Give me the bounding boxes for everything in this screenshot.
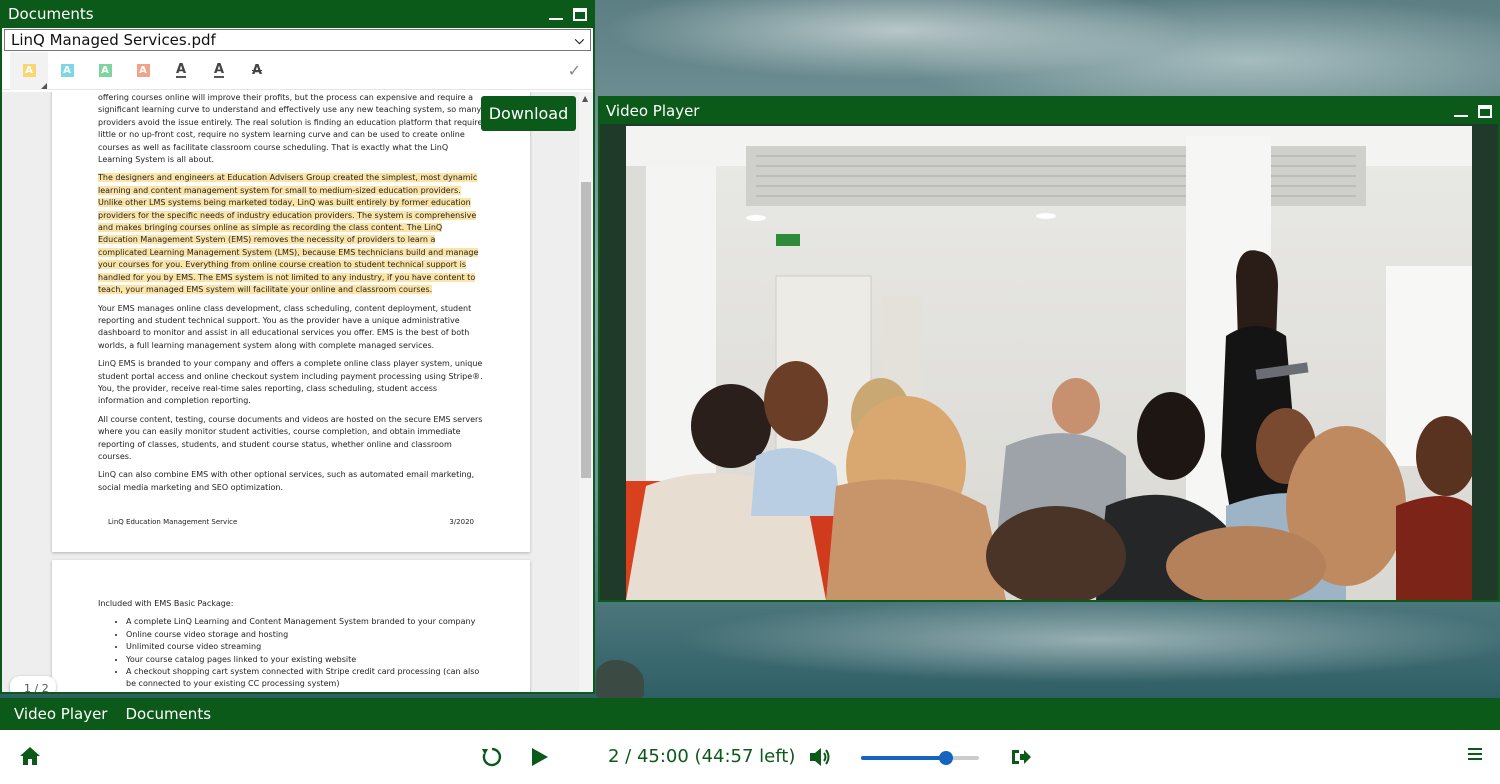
- video-player-window: Video Player: [598, 96, 1500, 602]
- list-item: Online course video storage and hosting: [126, 629, 484, 641]
- chevron-down-icon: ⌵: [574, 32, 584, 47]
- underline-tool[interactable]: A: [162, 52, 200, 90]
- file-select[interactable]: LinQ Managed Services.pdf ⌵: [4, 29, 591, 51]
- highlight-green-icon: A: [98, 64, 112, 77]
- scroll-thumb[interactable]: [581, 182, 591, 478]
- maximize-icon[interactable]: [573, 7, 587, 21]
- highlight-yellow-tool[interactable]: A: [10, 51, 48, 90]
- highlight-red-icon: A: [136, 64, 150, 77]
- package-intro: Included with EMS Basic Package:: [98, 599, 234, 608]
- documents-title: Documents: [8, 5, 94, 23]
- maximize-icon[interactable]: [1478, 104, 1492, 118]
- minimize-icon[interactable]: [549, 7, 563, 21]
- volume-slider[interactable]: [861, 751, 979, 765]
- video-scene-image: [626, 126, 1472, 600]
- video-frame[interactable]: [626, 126, 1472, 600]
- page-indicator: 1 / 2: [10, 676, 56, 692]
- tab-documents[interactable]: Documents: [125, 705, 211, 723]
- list-item: Unlimited course video streaming: [126, 641, 484, 653]
- window-tab-bar: Video Player Documents: [0, 698, 1500, 730]
- highlight-cyan-tool[interactable]: A: [48, 52, 86, 90]
- volume-slider-fill: [861, 756, 946, 760]
- squiggly-underline-icon: A: [213, 61, 225, 78]
- video-title-bar[interactable]: Video Player: [600, 98, 1498, 124]
- player-controls: 2 / 45:00 (44:57 left): [0, 730, 1500, 784]
- footer-left: LinQ Education Management Service: [108, 518, 238, 526]
- minimize-icon[interactable]: [1454, 104, 1468, 118]
- paragraph: LinQ can also combine EMS with other opt…: [98, 470, 475, 492]
- pdf-page-2: Included with EMS Basic Package: A compl…: [52, 560, 530, 692]
- highlighted-paragraph[interactable]: The designers and engineers at Education…: [98, 173, 479, 295]
- exit-icon[interactable]: [1010, 746, 1032, 772]
- download-button[interactable]: Download: [481, 96, 576, 131]
- page-footer: LinQ Education Management Service 3/2020: [108, 516, 474, 528]
- replay-icon[interactable]: [481, 746, 503, 772]
- scroll-up-icon[interactable]: ▲: [582, 94, 588, 103]
- file-select-value: LinQ Managed Services.pdf: [11, 31, 216, 49]
- paragraph: All course content, testing, course docu…: [98, 414, 483, 461]
- menu-icon[interactable]: [1467, 746, 1483, 766]
- annotation-toolbar: A A A A A A A ✓: [2, 51, 593, 90]
- paragraph: LinQ EMS is branded to your company and …: [98, 359, 483, 406]
- list-item: Your course catalog pages linked to your…: [126, 654, 484, 666]
- strikethrough-tool[interactable]: A: [238, 52, 276, 90]
- paragraph: offering courses online will improve the…: [98, 93, 483, 165]
- squiggly-underline-tool[interactable]: A: [200, 52, 238, 90]
- package-list: A complete LinQ Learning and Content Man…: [126, 616, 484, 690]
- highlight-green-tool[interactable]: A: [86, 52, 124, 90]
- volume-slider-knob[interactable]: [938, 751, 953, 765]
- pdf-page-1: offering courses online will improve the…: [52, 92, 530, 552]
- home-icon[interactable]: [19, 746, 41, 770]
- time-readout: 2 / 45:00 (44:57 left): [608, 746, 796, 767]
- viewer-scrollbar[interactable]: ▲: [579, 92, 593, 692]
- highlight-cyan-icon: A: [60, 64, 74, 77]
- list-item: A checkout shopping cart system connecte…: [126, 666, 484, 691]
- tab-video-player[interactable]: Video Player: [14, 705, 107, 723]
- check-icon[interactable]: ✓: [568, 61, 581, 80]
- documents-title-bar[interactable]: Documents: [2, 0, 593, 28]
- strikethrough-icon: A: [251, 63, 263, 78]
- highlight-red-tool[interactable]: A: [124, 52, 162, 90]
- play-icon[interactable]: [530, 746, 550, 772]
- underline-icon: A: [175, 61, 187, 78]
- documents-window: Documents LinQ Managed Services.pdf ⌵ A …: [0, 0, 595, 694]
- paragraph: Your EMS manages online class developmen…: [98, 303, 472, 350]
- video-title: Video Player: [606, 102, 700, 120]
- highlight-yellow-icon: A: [22, 64, 36, 77]
- pdf-viewer[interactable]: offering courses online will improve the…: [2, 92, 593, 692]
- list-item: A complete LinQ Learning and Content Man…: [126, 616, 484, 628]
- video-area[interactable]: [600, 124, 1498, 600]
- volume-icon[interactable]: [808, 746, 832, 772]
- footer-right: 3/2020: [449, 518, 474, 526]
